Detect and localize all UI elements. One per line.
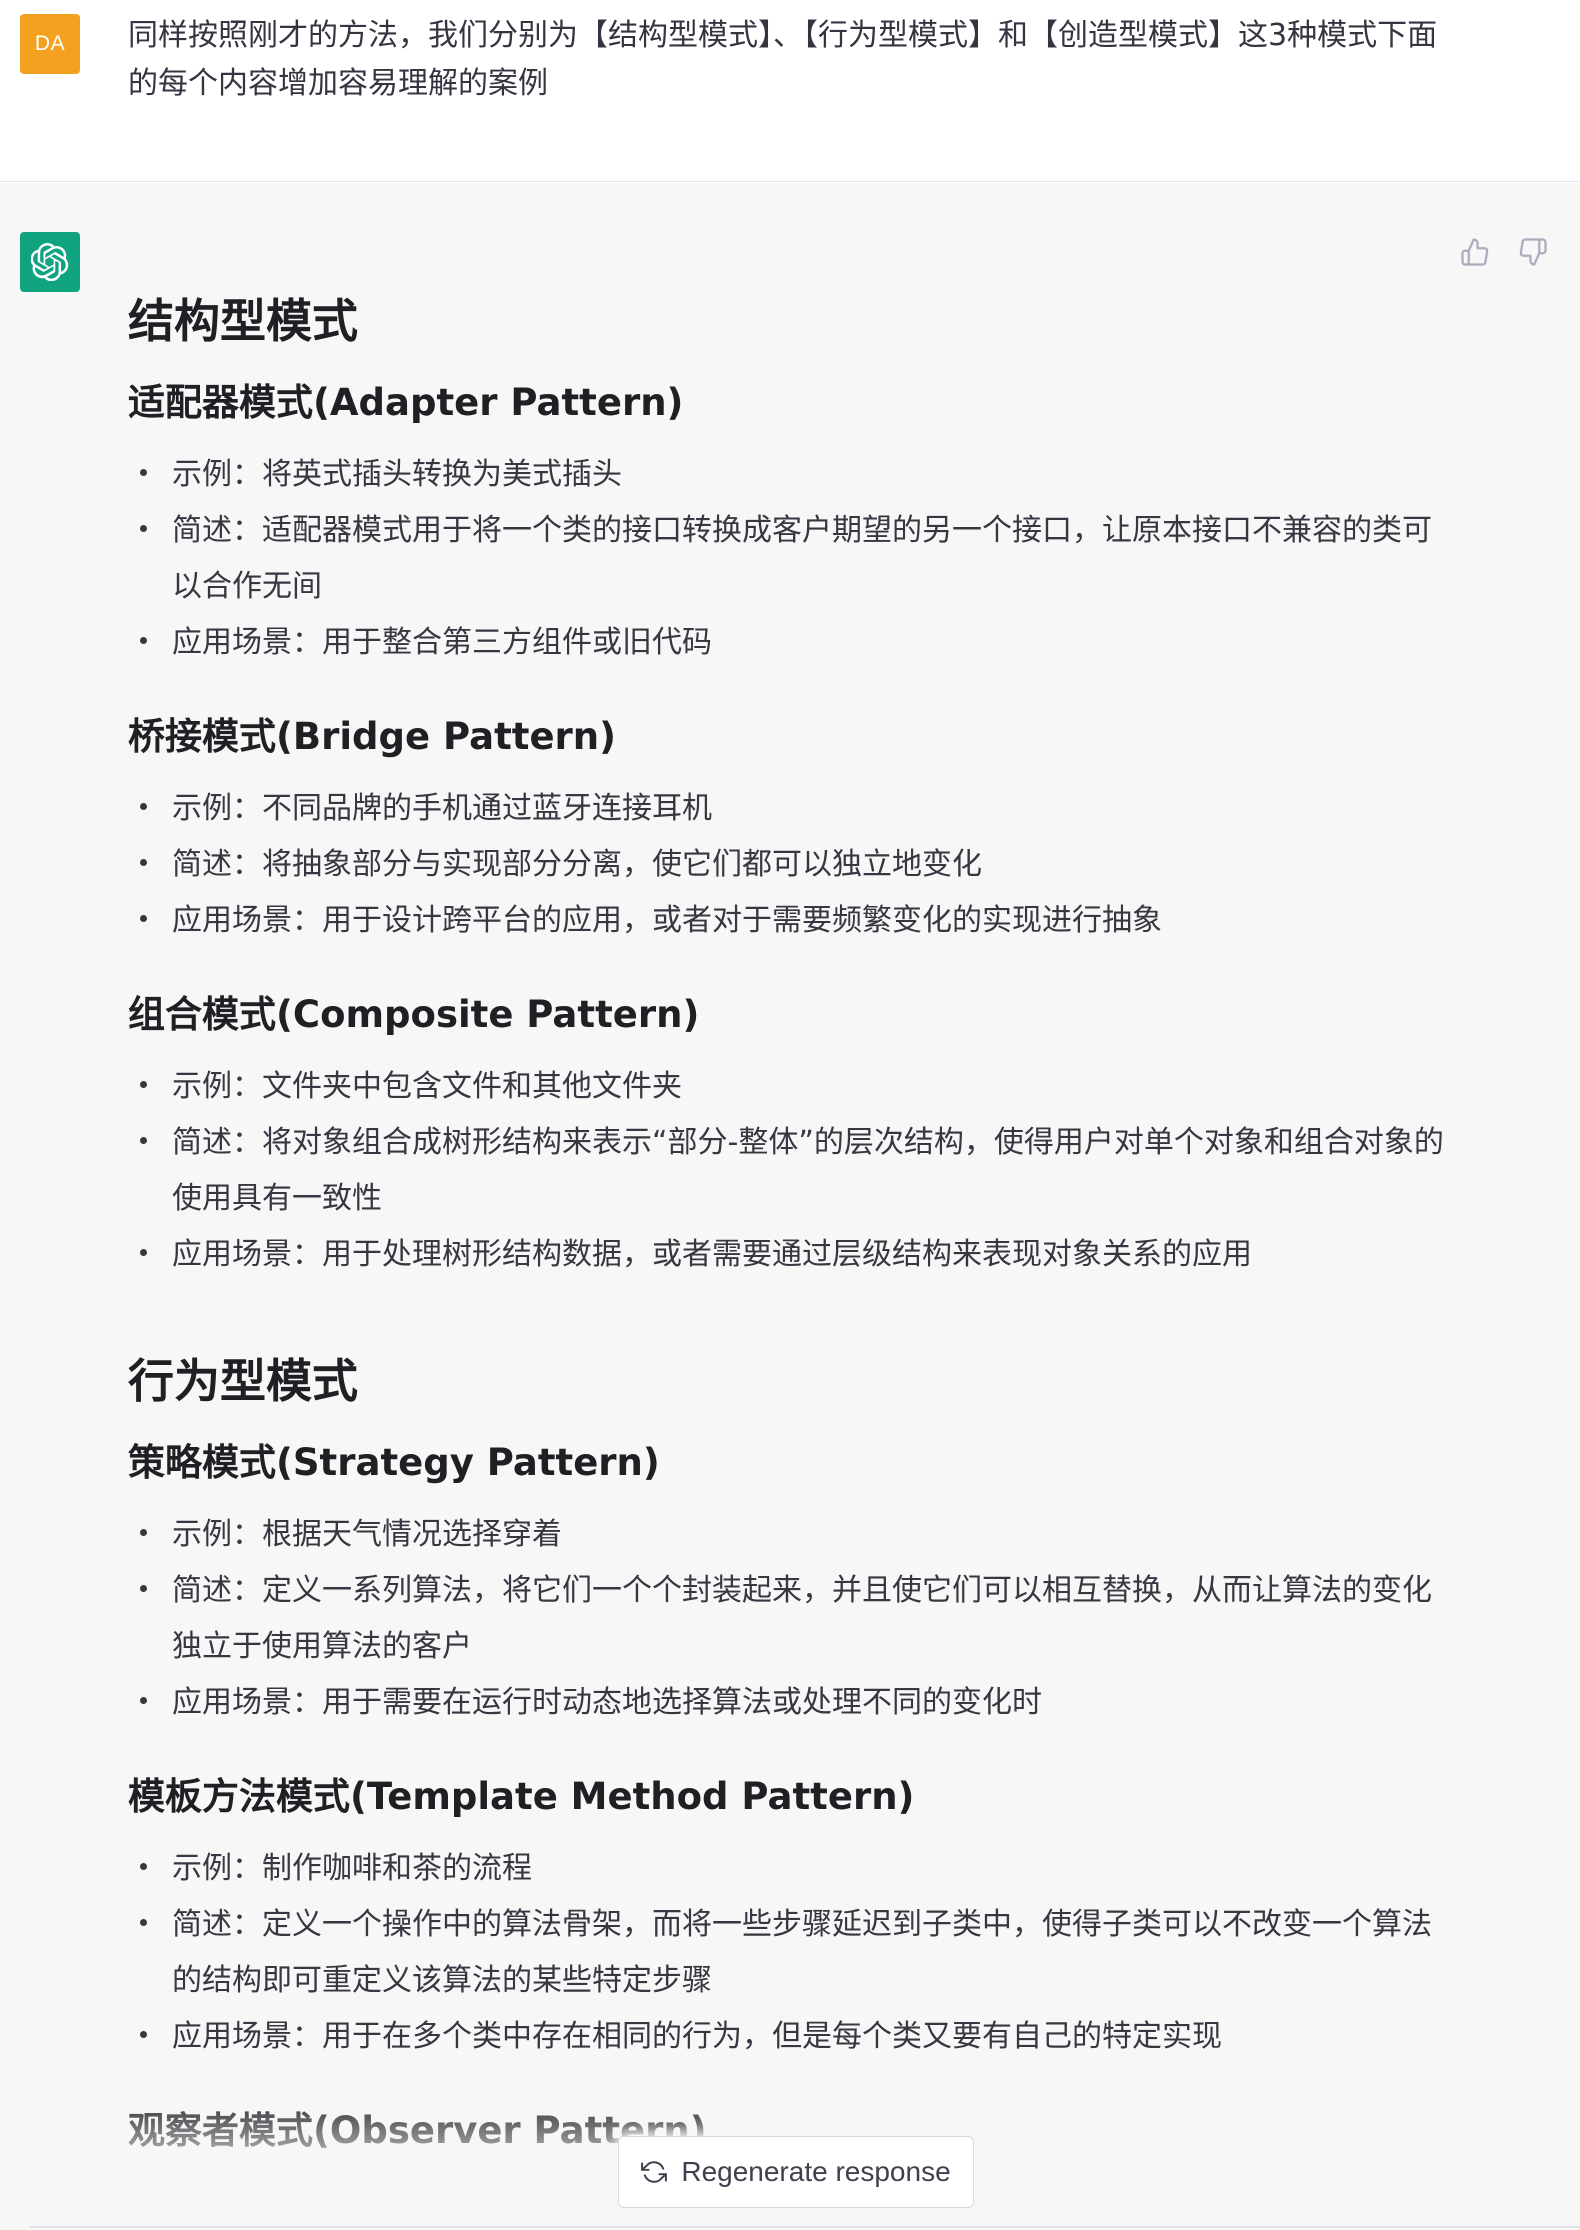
section-title: 结构型模式 bbox=[128, 294, 358, 348]
pattern-list: 示例：不同品牌的手机通过蓝牙连接耳机 简述：将抽象部分与实现部分分离，使它们都可… bbox=[128, 781, 1448, 949]
list-item: 示例：制作咖啡和茶的流程 bbox=[128, 1841, 1448, 1897]
section-title: 行为型模式 bbox=[128, 1354, 358, 1408]
pattern-title: 策略模式(Strategy Pattern) bbox=[128, 1441, 660, 1484]
pattern-list: 示例：根据天气情况选择穿着 简述：定义一系列算法，将它们一个个封装起来，并且使它… bbox=[128, 1507, 1448, 1731]
pattern-list: 示例：将英式插头转换为美式插头 简述：适配器模式用于将一个类的接口转换成客户期望… bbox=[128, 447, 1448, 671]
list-item: 应用场景：用于处理树形结构数据，或者需要通过层级结构来表现对象关系的应用 bbox=[128, 1227, 1448, 1283]
list-item: 示例：文件夹中包含文件和其他文件夹 bbox=[128, 1059, 1448, 1115]
pattern-title: 适配器模式(Adapter Pattern) bbox=[128, 381, 684, 424]
thumbs-up-icon[interactable] bbox=[1458, 235, 1492, 269]
pattern-title: 组合模式(Composite Pattern) bbox=[128, 993, 700, 1036]
user-message-text: 同样按照刚才的方法，我们分别为【结构型模式】、【行为型模式】和【创造型模式】这3… bbox=[128, 18, 1438, 101]
thumbs-down-icon[interactable] bbox=[1516, 235, 1550, 269]
assistant-message: 结构型模式 适配器模式(Adapter Pattern) 示例：将英式插头转换为… bbox=[0, 183, 1580, 2230]
list-item: 简述：定义一系列算法，将它们一个个封装起来，并且使它们可以相互替换，从而让算法的… bbox=[128, 1563, 1448, 1675]
list-item: 简述：将抽象部分与实现部分分离，使它们都可以独立地变化 bbox=[128, 837, 1448, 893]
regenerate-label: Regenerate response bbox=[681, 2156, 951, 2187]
user-avatar: DA bbox=[20, 14, 80, 74]
list-item: 示例：根据天气情况选择穿着 bbox=[128, 1507, 1448, 1563]
list-item: 应用场景：用于在多个类中存在相同的行为，但是每个类又要有自己的特定实现 bbox=[128, 2009, 1448, 2065]
divider bbox=[30, 2226, 1580, 2228]
assistant-content: 结构型模式 适配器模式(Adapter Pattern) 示例：将英式插头转换为… bbox=[128, 291, 1448, 2175]
pattern-title: 桥接模式(Bridge Pattern) bbox=[128, 715, 617, 758]
feedback-buttons bbox=[1458, 235, 1550, 269]
refresh-icon bbox=[641, 2161, 668, 2183]
list-item: 应用场景：用于设计跨平台的应用，或者对于需要频繁变化的实现进行抽象 bbox=[128, 893, 1448, 949]
user-message: DA 同样按照刚才的方法，我们分别为【结构型模式】、【行为型模式】和【创造型模式… bbox=[0, 0, 1580, 182]
list-item: 应用场景：用于整合第三方组件或旧代码 bbox=[128, 615, 1448, 671]
list-item: 简述：将对象组合成树形结构来表示“部分-整体”的层次结构，使得用户对单个对象和组… bbox=[128, 1115, 1448, 1227]
list-item: 简述：适配器模式用于将一个类的接口转换成客户期望的另一个接口，让原本接口不兼容的… bbox=[128, 503, 1448, 615]
list-item: 应用场景：用于需要在运行时动态地选择算法或处理不同的变化时 bbox=[128, 1675, 1448, 1731]
list-item: 简述：定义一个操作中的算法骨架，而将一些步骤延迟到子类中，使得子类可以不改变一个… bbox=[128, 1897, 1448, 2009]
chat-page: DA 同样按照刚才的方法，我们分别为【结构型模式】、【行为型模式】和【创造型模式… bbox=[0, 0, 1580, 2230]
pattern-title: 模板方法模式(Template Method Pattern) bbox=[128, 1775, 915, 1818]
list-item: 示例：将英式插头转换为美式插头 bbox=[128, 447, 1448, 503]
openai-logo-icon bbox=[20, 232, 80, 292]
pattern-list: 示例：文件夹中包含文件和其他文件夹 简述：将对象组合成树形结构来表示“部分-整体… bbox=[128, 1059, 1448, 1283]
list-item: 示例：不同品牌的手机通过蓝牙连接耳机 bbox=[128, 781, 1448, 837]
regenerate-response-button[interactable]: Regenerate response bbox=[618, 2136, 974, 2208]
pattern-list: 示例：制作咖啡和茶的流程 简述：定义一个操作中的算法骨架，而将一些步骤延迟到子类… bbox=[128, 1841, 1448, 2065]
